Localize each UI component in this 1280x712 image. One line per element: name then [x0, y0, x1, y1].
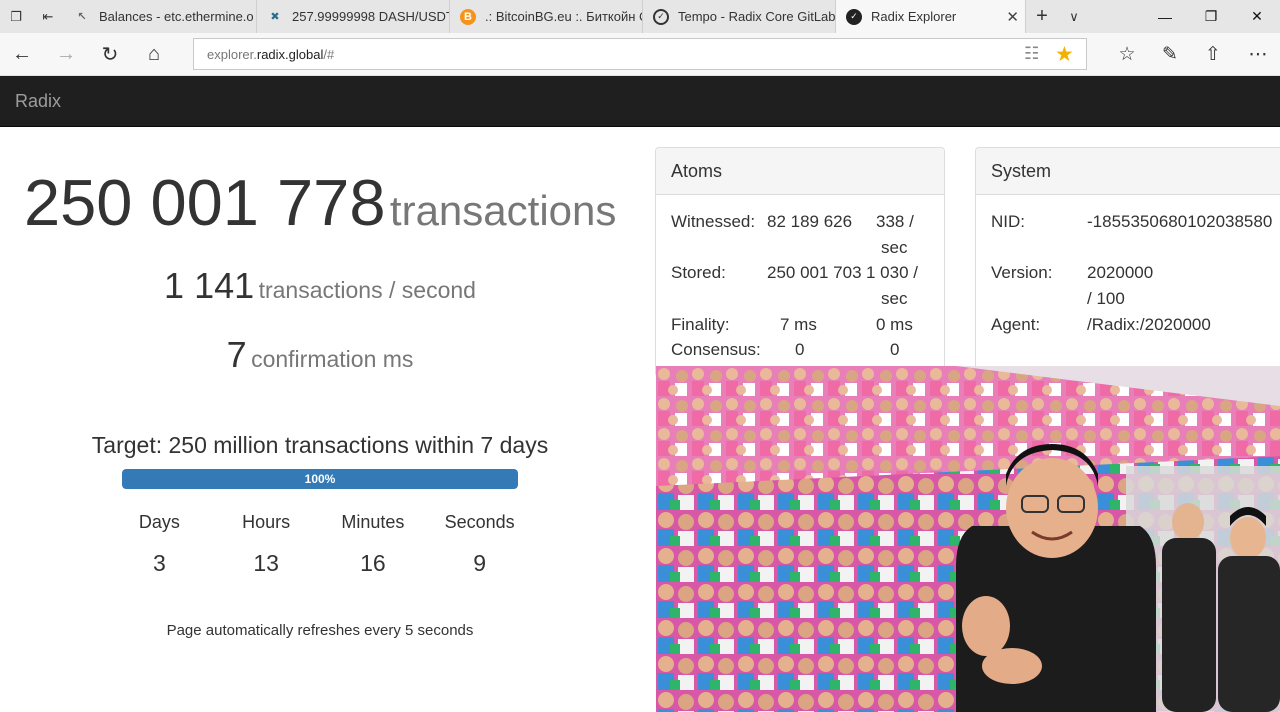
- atoms-panel: Atoms Witnessed: 82 189 626 338 / sec St…: [655, 147, 945, 377]
- finality-value: 7 ms: [780, 315, 817, 334]
- tab-label: Radix Explorer: [871, 9, 957, 24]
- countdown-seconds: Seconds 9: [426, 510, 533, 577]
- crowd-photo-illustration: [656, 366, 1280, 712]
- radix-icon: ✓: [846, 8, 862, 25]
- total-transactions: 250 001 778 transactions: [24, 165, 616, 240]
- site-brand[interactable]: Radix: [15, 91, 61, 112]
- browser-tab-gitlab[interactable]: ✓ Tempo - Radix Core GitLab: [643, 0, 836, 33]
- tps-unit: transactions / second: [258, 277, 476, 303]
- favorite-star-icon[interactable]: ★: [1055, 42, 1077, 66]
- crowd-photo: [656, 366, 1280, 712]
- consensus-rate: 0: [890, 340, 900, 359]
- witnessed-value: 82 189 626: [767, 212, 853, 231]
- countdown-value: 9: [473, 550, 487, 576]
- atoms-panel-title: Atoms: [656, 148, 944, 195]
- favorites-hub-icon[interactable]: ☆: [1105, 33, 1149, 76]
- share-icon[interactable]: ⇧: [1191, 33, 1235, 76]
- stored-rate: 1 030 /: [866, 260, 918, 286]
- countdown-hours: Hours 13: [213, 510, 320, 577]
- close-window-icon[interactable]: ✕: [1234, 0, 1280, 33]
- browser-toolbar: ← → ↻ ⌂ explorer.radix.global/# ☷ ★ ☆ ✎ …: [0, 33, 1280, 76]
- target-heading: Target: 250 million transactions within …: [91, 432, 549, 458]
- version-value: 2020000: [1087, 263, 1154, 282]
- address-bar[interactable]: explorer.radix.global/# ☷ ★: [193, 38, 1087, 70]
- browser-tab-exchange[interactable]: ✖ 257.99999998 DASH/USDT: [257, 0, 450, 33]
- system-panel: System NID: -1855350680102038580 Version…: [975, 147, 1280, 377]
- tab-label: 257.99999998 DASH/USDT: [292, 9, 449, 24]
- confirmation-value: 7: [226, 334, 247, 375]
- countdown-value: 13: [253, 550, 279, 576]
- tab-preview-chevron-down-icon[interactable]: ∨: [1058, 0, 1090, 33]
- consensus-label: Consensus:: [671, 340, 761, 359]
- tab-label: Balances - etc.ethermine.o: [99, 9, 254, 24]
- consensus-value: 0: [795, 340, 805, 359]
- countdown-value: 16: [360, 550, 386, 576]
- forward-icon[interactable]: →: [44, 33, 88, 76]
- tab-label: Tempo - Radix Core GitLab: [678, 9, 835, 24]
- stored-label: Stored:: [671, 263, 726, 282]
- countdown-label: Hours: [242, 512, 291, 532]
- version-label: Version:: [991, 263, 1053, 282]
- tps-value: 1 141: [164, 265, 255, 306]
- nid-value: -1855350680102038580: [1087, 212, 1273, 231]
- browser-tab-ethermine[interactable]: ↖ Balances - etc.ethermine.o: [64, 0, 257, 33]
- set-tabs-aside-icon[interactable]: ⇤: [32, 0, 64, 33]
- gitlab-icon: ✓: [653, 8, 669, 25]
- stored-value: 250 001 703: [767, 263, 862, 282]
- reading-view-icon[interactable]: ☷: [1024, 44, 1046, 64]
- witnessed-label: Witnessed:: [671, 212, 756, 231]
- agent-label: Agent:: [991, 315, 1041, 334]
- countdown-value: 3: [152, 550, 166, 576]
- new-tab-icon[interactable]: +: [1026, 0, 1058, 33]
- auto-refresh-note: Page automatically refreshes every 5 sec…: [166, 622, 474, 639]
- minimize-icon[interactable]: —: [1142, 0, 1188, 33]
- countdown-label: Minutes: [341, 512, 405, 532]
- countdown-label: Seconds: [444, 512, 515, 532]
- refresh-icon[interactable]: ↻: [88, 33, 132, 76]
- version-value-suffix: / 100: [1087, 289, 1125, 308]
- countdown-minutes: Minutes 16: [320, 510, 427, 577]
- confirmation-unit: confirmation ms: [251, 346, 414, 372]
- ethermine-icon: ↖: [77, 11, 87, 23]
- confirmation-time: 7 confirmation ms: [0, 334, 640, 376]
- countdown-days: Days 3: [106, 510, 213, 577]
- system-panel-title: System: [976, 148, 1280, 195]
- browser-tab-bitcoinbg[interactable]: B .: BitcoinBG.eu :. Биткойн С: [450, 0, 643, 33]
- progress-fill: 100%: [122, 469, 518, 489]
- exchange-icon: ✖: [270, 11, 280, 23]
- home-icon[interactable]: ⌂: [132, 33, 176, 76]
- window-controls: — ❐ ✕: [1142, 0, 1280, 33]
- total-transactions-unit: transactions: [389, 187, 617, 234]
- address-url[interactable]: explorer.radix.global/#: [207, 47, 334, 62]
- browser-tab-radix-explorer[interactable]: ✓ Radix Explorer ✕: [836, 0, 1026, 33]
- tab-manager-icon[interactable]: ❐: [0, 0, 32, 33]
- restore-icon[interactable]: ❐: [1188, 0, 1234, 33]
- nid-label: NID:: [991, 212, 1025, 231]
- agent-value: /Radix:/2020000: [1087, 315, 1211, 334]
- tab-label: .: BitcoinBG.eu :. Биткойн С: [485, 9, 642, 24]
- close-tab-icon[interactable]: ✕: [1006, 8, 1019, 26]
- countdown-label: Days: [138, 512, 180, 532]
- back-icon[interactable]: ←: [0, 33, 44, 76]
- countdown: Days 3 Hours 13 Minutes 16 Seconds 9: [106, 510, 533, 577]
- transactions-per-second: 1 141 transactions / second: [0, 265, 640, 307]
- web-note-icon[interactable]: ✎: [1148, 33, 1192, 76]
- bitcoin-icon: B: [460, 8, 476, 25]
- stored-rate-unit: sec: [881, 289, 908, 308]
- total-transactions-value: 250 001 778: [24, 166, 386, 239]
- site-navbar: Radix: [0, 76, 1280, 127]
- witnessed-rate: 338 /: [876, 212, 914, 231]
- more-options-icon[interactable]: ⋯: [1236, 33, 1280, 76]
- browser-tab-strip: ❐ ⇤ ↖ Balances - etc.ethermine.o ✖ 257.9…: [0, 0, 1280, 33]
- witnessed-rate-unit: sec: [881, 238, 908, 257]
- finality-rate: 0 ms: [876, 315, 913, 334]
- target-progress-bar: 100%: [122, 469, 518, 489]
- finality-label: Finality:: [671, 315, 730, 334]
